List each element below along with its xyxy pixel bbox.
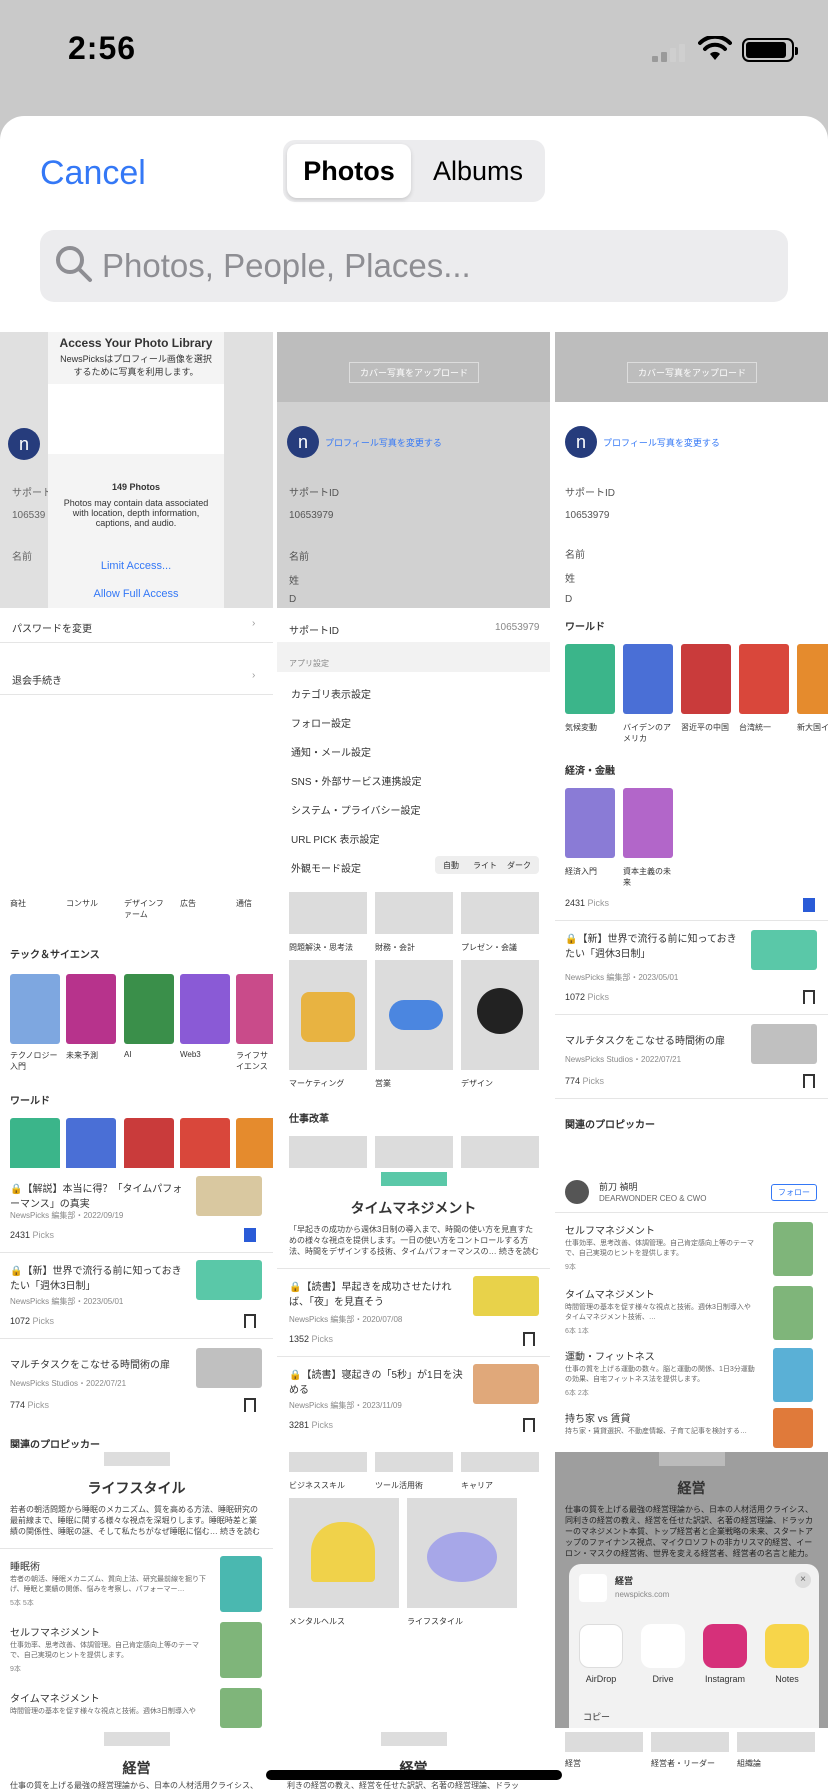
- photo-thumbnail[interactable]: タイムマネジメント 「早起きの成功から週休3日制の導入まで、時間の使い方を見直す…: [277, 1172, 550, 1448]
- search-icon: [56, 246, 92, 282]
- share-sheet-preview: 経営 newspicks.com × AirDrop Drive Instagr…: [569, 1564, 819, 1728]
- photo-thumbnail[interactable]: サポートID 10653979 アプリ設定 カテゴリ表示設定 フォロー設定 通知…: [277, 612, 550, 888]
- photo-thumbnail[interactable]: 商社 コンサル デザインファーム 広告 通信 テック＆サイエンス テクノロジー入…: [0, 892, 273, 1168]
- photo-picker-sheet: Cancel Photos Albums n サポートID 106539 名前 …: [0, 116, 828, 1792]
- photo-thumbnail[interactable]: カバー写真をアップロード n プロフィール写真を変更する サポートID 1065…: [277, 332, 550, 608]
- photo-thumbnail[interactable]: n サポートID 106539 名前 Access Your Photo Lib…: [0, 332, 273, 608]
- photo-thumbnail[interactable]: ワールド 気候変動 バイデンのアメリカ 習近平の中国 台湾統一 新大国イン 経済…: [555, 612, 828, 888]
- wifi-icon: [698, 36, 732, 60]
- tab-photos[interactable]: Photos: [287, 144, 411, 198]
- photo-thumbnail[interactable]: 前刀 禎明 DEARWONDER CEO & CWO フォロー セルフマネジメン…: [555, 1172, 828, 1448]
- limit-access-button: Limit Access...: [100, 560, 172, 572]
- tab-albums[interactable]: Albums: [415, 144, 541, 198]
- status-bar: 2:56: [0, 0, 828, 110]
- photo-thumbnail[interactable]: 経営 仕事の質を上げる最強の経営理論から、日本の人材活用クライシス、同利きの経営…: [0, 1732, 273, 1792]
- battery-icon: [742, 38, 798, 62]
- search-input[interactable]: [102, 230, 772, 302]
- photo-thumbnail[interactable]: 🔒【解説】本当に得？「タイムパフォーマンス」の真実 NewsPicks 編集部・…: [0, 1172, 273, 1448]
- status-time: 2:56: [68, 30, 137, 66]
- photo-thumbnail[interactable]: ビジネススキル ツール活用術 キャリア メンタルヘルス ライフスタイル: [277, 1452, 550, 1728]
- photo-thumbnail[interactable]: 問題解決・思考法 財務・会計 プレゼン・会議 マーケティング 営業 デザイン 仕…: [277, 892, 550, 1168]
- cancel-button[interactable]: Cancel: [40, 154, 146, 193]
- photos-albums-segmented-control: Photos Albums: [283, 140, 545, 202]
- photo-thumbnail[interactable]: 経営 利きの経営の教え、経営を任せた訳訳、名著の経営理論、ドラッ: [277, 1732, 550, 1792]
- search-bar: [40, 230, 788, 302]
- allow-full-access-button: Allow Full Access: [93, 588, 179, 600]
- photo-thumbnail[interactable]: 2431 Picks 🔒【新】世界で流行る前に知っておきたい「週休3日制」 Ne…: [555, 892, 828, 1168]
- photo-thumbnail[interactable]: 経営 仕事の質を上げる最強の経営理論から、日本の人材活用クライシス、同利きの経営…: [555, 1452, 828, 1728]
- photo-thumbnail[interactable]: パスワードを変更 › 退会手続き ›: [0, 612, 273, 888]
- photo-thumbnail[interactable]: カバー写真をアップロード n プロフィール写真を変更する サポートID 1065…: [555, 332, 828, 608]
- photo-thumbnail[interactable]: ライフスタイル 若者の朝活問題から睡眠のメカニズム、質を高める方法、睡眠研究の最…: [0, 1452, 273, 1728]
- photo-thumbnail[interactable]: 経営 経営者・リーダー 組織論: [555, 1732, 828, 1792]
- home-indicator: [266, 1770, 562, 1780]
- cellular-signal-icon: [652, 44, 688, 62]
